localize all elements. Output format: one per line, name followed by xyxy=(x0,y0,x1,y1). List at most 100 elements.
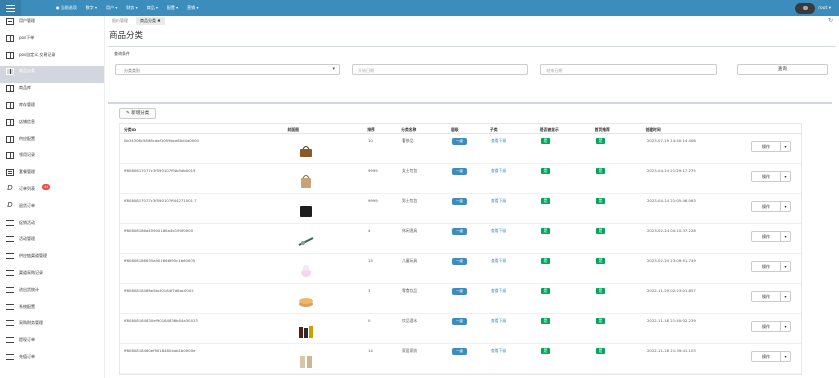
sidebar-item[interactable]: pos下单 xyxy=(0,33,104,50)
view-children-link[interactable]: 查看下级 xyxy=(491,198,506,203)
user-menu[interactable]: root ▾ xyxy=(795,2,831,14)
category-name: 饮品酒水 xyxy=(402,318,418,323)
operate-dropdown-button[interactable]: 操作 ▾ xyxy=(751,171,791,182)
view-children-link[interactable]: 查看下级 xyxy=(491,168,506,173)
view-children-link[interactable]: 查看下级 xyxy=(491,138,506,143)
cover-cell xyxy=(284,224,364,253)
sidebar-item[interactable]: 充值订单 xyxy=(0,352,104,369)
sidebar-item[interactable]: 供应配置 xyxy=(0,134,104,151)
start-date-input[interactable]: 开始日期 xyxy=(352,64,529,75)
caret-down-icon[interactable]: ▾ xyxy=(780,352,790,361)
avatar xyxy=(795,2,816,14)
view-children-link[interactable]: 查看下级 xyxy=(491,348,506,353)
view-children-link[interactable]: 查看下级 xyxy=(491,258,506,263)
operate-dropdown-button[interactable]: 操作 ▾ xyxy=(751,231,791,242)
table-row: 0b34306c5898cdaf1059bce80d4a0000 10 奢侈品 一级 查… xyxy=(120,134,801,164)
level-cell: 一级 xyxy=(448,194,487,223)
sidebar-item[interactable]: D 退货订单 xyxy=(0,201,104,218)
top-menu-item[interactable]: 营销 ▾ xyxy=(187,5,198,11)
tab-category[interactable]: 商品分类 ✖ xyxy=(136,17,165,25)
end-date-input[interactable]: 结束日期 xyxy=(540,64,717,75)
view-children-link[interactable]: 查看下级 xyxy=(491,228,506,233)
operate-label[interactable]: 操作 xyxy=(752,174,780,180)
level-badge: 一级 xyxy=(452,318,467,325)
sidebar-item[interactable]: 领用记录 xyxy=(0,150,104,167)
card-icon xyxy=(6,269,14,276)
visible-yes-icon: 是 xyxy=(541,168,550,174)
top-menu-item[interactable]: 财务 ▾ xyxy=(126,5,137,11)
sidebar-item[interactable]: 提现订单 xyxy=(0,335,104,352)
view-children-link[interactable]: 查看下级 xyxy=(491,288,506,293)
operate-label[interactable]: 操作 xyxy=(752,204,780,210)
sort-value: 10 xyxy=(368,138,373,143)
sidebar-item-label: 提现订单 xyxy=(19,337,35,343)
created-time: 2023-07-19 14:40:14.408 xyxy=(647,138,696,143)
add-category-button[interactable]: ✎ 新增分类 xyxy=(119,108,157,119)
operate-dropdown-button[interactable]: 操作 ▾ xyxy=(751,261,791,272)
sidebar-item[interactable]: 套餐管理 xyxy=(0,167,104,184)
sidebar-item[interactable]: 供应链渠道管理 xyxy=(0,251,104,268)
operate-dropdown-button[interactable]: 操作 ▾ xyxy=(751,321,791,332)
sidebar-item[interactable]: 进出货统计 xyxy=(0,285,104,302)
top-menu-item[interactable]: 数字 ▾ xyxy=(86,5,97,11)
cover-cell xyxy=(284,254,364,283)
operate-label[interactable]: 操作 xyxy=(752,324,780,330)
view-children-link[interactable]: 查看下级 xyxy=(491,318,506,323)
visible-cell: 是 xyxy=(537,164,592,193)
top-menu-item[interactable]: 配置 ▾ xyxy=(167,5,178,11)
sidebar-item[interactable]: pos自定义 交易记录 xyxy=(0,50,104,67)
sidebar-item[interactable]: 商品分类 xyxy=(0,66,104,84)
operate-label[interactable]: 操作 xyxy=(752,234,780,240)
refresh-icon[interactable]: ↻ xyxy=(828,17,833,24)
operate-dropdown-button[interactable]: 操作 ▾ xyxy=(751,291,791,302)
table-icon xyxy=(6,51,14,59)
brand-label[interactable]: ● 当前选项 xyxy=(56,5,77,11)
recommend-cell: 是 xyxy=(592,284,643,313)
sidebar-item[interactable]: 促销活动 xyxy=(0,218,104,235)
caret-down-icon[interactable]: ▾ xyxy=(780,172,790,181)
category-table: 分类ID 封面图 排序 分类名称 层级 子类 是否被显示 首页推荐 创建时间 0… xyxy=(119,123,802,375)
col-created: 创建时间 xyxy=(645,127,661,132)
operate-label[interactable]: 操作 xyxy=(752,144,780,150)
sidebar-item[interactable]: 用户管理 xyxy=(0,16,104,33)
sidebar-item[interactable]: 库存管理 xyxy=(0,100,104,117)
operate-dropdown-button[interactable]: 操作 ▾ xyxy=(751,201,791,212)
table-icon xyxy=(6,85,14,93)
sidebar-item[interactable]: 商品库 xyxy=(0,83,104,100)
top-menu: ● 当前选项 数字 ▾ 用户 ▾ 财务 ▾ 商品 ▾ 配置 ▾ 营销 ▾ xyxy=(56,0,198,16)
sidebar-item[interactable]: D 订单列表 44 xyxy=(0,183,104,201)
operate-label[interactable]: 操作 xyxy=(752,354,780,360)
sidebar-item[interactable]: 店铺信息 xyxy=(0,117,104,134)
caret-down-icon[interactable]: ▾ xyxy=(780,292,790,301)
table-icon xyxy=(6,152,14,160)
operate-dropdown-button[interactable]: 操作 ▾ xyxy=(751,141,791,152)
created-time: 2023-04-14 21:29:17.275 xyxy=(647,168,696,173)
operate-dropdown-button[interactable]: 操作 ▾ xyxy=(751,351,791,362)
sidebar-item[interactable]: 系统配置 xyxy=(0,302,104,319)
operate-label[interactable]: 操作 xyxy=(752,294,780,300)
sidebar-item[interactable]: 活动管理 xyxy=(0,234,104,251)
page-title: 商品分类 xyxy=(109,31,144,41)
caret-down-icon[interactable]: ▾ xyxy=(780,322,790,331)
cover-thumbnail xyxy=(298,237,314,246)
sidebar-item[interactable]: 采购财务管理 xyxy=(0,318,104,335)
query-button[interactable]: 查询 xyxy=(736,64,828,75)
operate-label[interactable]: 操作 xyxy=(752,264,780,270)
table-header: 分类ID 封面图 排序 分类名称 层级 子类 是否被显示 首页推荐 创建时间 xyxy=(120,124,801,134)
table-icon xyxy=(6,68,14,76)
caret-down-icon[interactable]: ▾ xyxy=(780,202,790,211)
top-menu-item[interactable]: 用户 ▾ xyxy=(106,5,117,11)
caret-down-icon[interactable]: ▾ xyxy=(780,232,790,241)
main-content: 报价管理 商品分类 ✖ ↻ 商品分类 查询条件 分类类别 开始日期 结束日期 查… xyxy=(106,16,839,378)
sidebar-item[interactable]: 渠道采购记录 xyxy=(0,268,104,285)
menu-toggle-icon[interactable] xyxy=(0,0,21,16)
category-select[interactable]: 分类类别 xyxy=(115,64,341,75)
tab-quote[interactable]: 报价管理 xyxy=(108,17,132,25)
sidebar-item-label: 系统配置 xyxy=(19,303,35,309)
caret-down-icon[interactable]: ▾ xyxy=(780,142,790,151)
cover-cell xyxy=(284,344,364,373)
caret-down-icon[interactable]: ▾ xyxy=(780,262,790,271)
table-row: ff8080817077c3f590107ff44271001 7 9999 男士包… xyxy=(120,194,801,224)
list-icon xyxy=(6,169,14,177)
top-menu-item[interactable]: 商品 ▾ xyxy=(147,5,158,11)
